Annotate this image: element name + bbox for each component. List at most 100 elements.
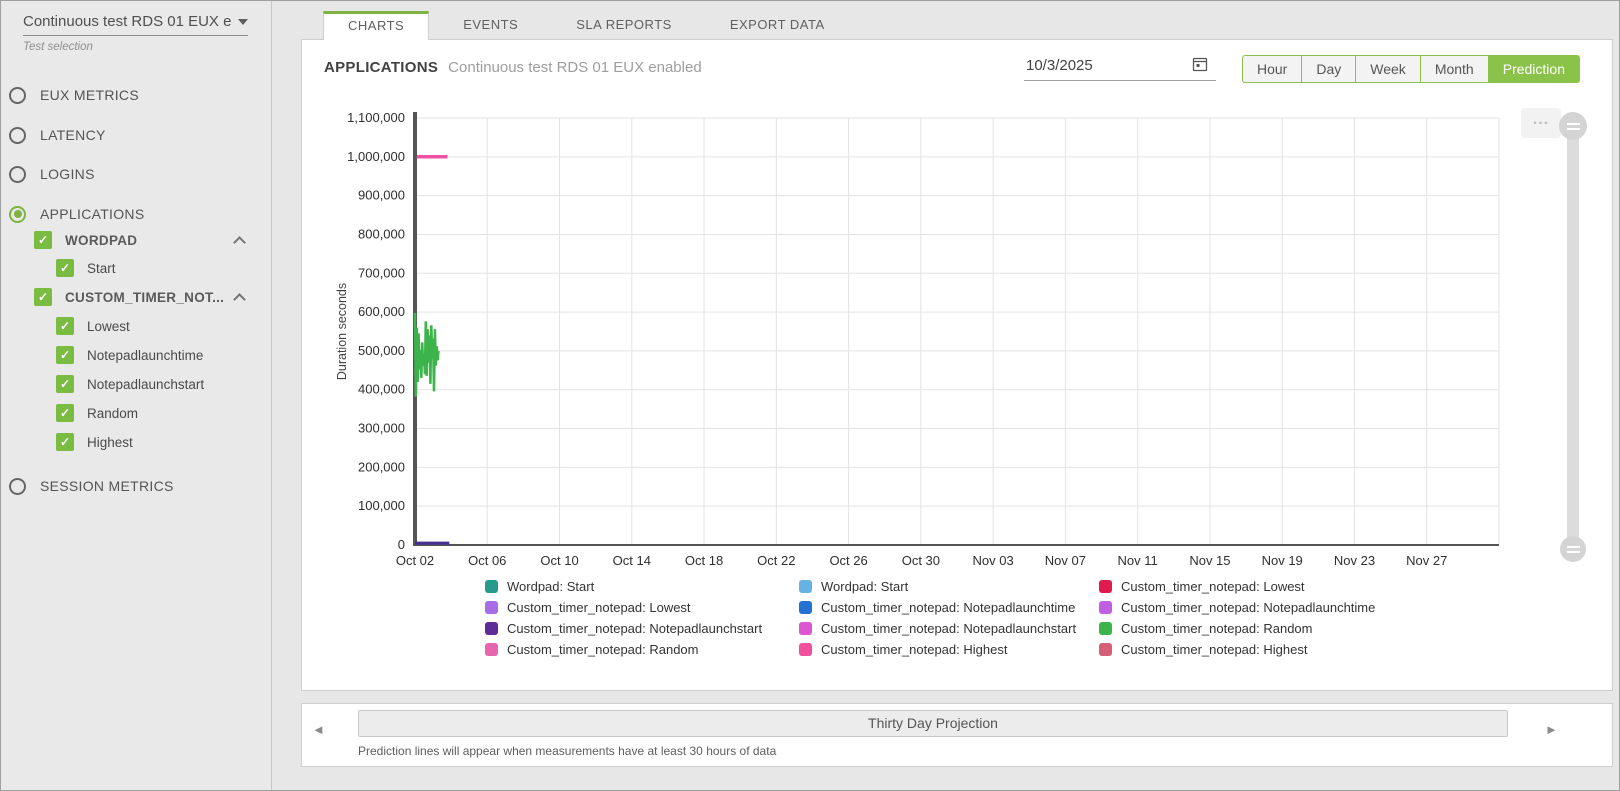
metric-label: Lowest xyxy=(87,319,130,334)
thirty-day-projection-button[interactable]: Thirty Day Projection xyxy=(358,710,1508,737)
radio-icon[interactable] xyxy=(9,127,26,144)
app-window: Continuous test RDS 01 EUX ena... Test s… xyxy=(0,0,1620,791)
chart-header: APPLICATIONS Continuous test RDS 01 EUX … xyxy=(324,59,702,76)
prediction-note: Prediction lines will appear when measur… xyxy=(358,744,776,758)
check-icon: ✓ xyxy=(60,348,70,362)
svg-text:Nov 11: Nov 11 xyxy=(1118,553,1158,565)
metric-label: Start xyxy=(87,261,116,276)
legend-label: Custom_timer_notepad: Notepadlaunchstart xyxy=(821,621,1076,636)
vertical-zoom-slider-track[interactable] xyxy=(1567,118,1579,546)
svg-text:Nov 23: Nov 23 xyxy=(1334,553,1375,565)
checkbox-checked-icon[interactable]: ✓ xyxy=(34,231,52,249)
legend-swatch xyxy=(485,580,498,593)
radio-icon[interactable] xyxy=(9,478,26,495)
range-button-group: Hour Day Week Month Prediction xyxy=(1242,55,1580,83)
legend-item: Wordpad: Start xyxy=(799,576,1076,597)
scroll-left-icon[interactable]: ◄ xyxy=(312,722,325,737)
calendar-icon[interactable] xyxy=(1192,56,1208,77)
tab-bar: CHARTS EVENTS SLA REPORTS EXPORT DATA xyxy=(323,11,859,40)
checkbox-checked-icon[interactable]: ✓ xyxy=(56,346,74,364)
check-icon: ✓ xyxy=(60,435,70,449)
chevron-up-icon[interactable] xyxy=(233,236,246,249)
range-month-button[interactable]: Month xyxy=(1420,55,1489,83)
sidebar-item-label: EUX METRICS xyxy=(40,87,139,103)
legend-swatch xyxy=(1099,601,1112,614)
group-wordpad[interactable]: ✓ WORDPAD xyxy=(34,230,137,250)
legend-item: Custom_timer_notepad: Notepadlaunchstart xyxy=(799,618,1076,639)
legend-swatch xyxy=(485,622,498,635)
metric-notepadlaunchstart[interactable]: ✓ Notepadlaunchstart xyxy=(56,374,204,394)
range-day-button[interactable]: Day xyxy=(1301,55,1356,83)
check-icon: ✓ xyxy=(60,261,70,275)
date-picker[interactable] xyxy=(1024,53,1216,81)
tab-events[interactable]: EVENTS xyxy=(439,11,542,40)
checkbox-checked-icon[interactable]: ✓ xyxy=(56,375,74,393)
legend-swatch xyxy=(1099,580,1112,593)
svg-text:Nov 27: Nov 27 xyxy=(1406,553,1447,565)
svg-text:Oct 18: Oct 18 xyxy=(685,553,723,565)
metric-label: Random xyxy=(87,406,138,421)
svg-text:Duration seconds: Duration seconds xyxy=(335,283,349,380)
line-chart: Oct 02Oct 06Oct 10Oct 14Oct 18Oct 22Oct … xyxy=(332,105,1542,565)
legend-label: Custom_timer_notepad: Random xyxy=(1121,621,1313,636)
svg-text:Oct 02: Oct 02 xyxy=(396,553,434,565)
legend-swatch xyxy=(799,643,812,656)
sidebar-item-session-metrics[interactable]: SESSION METRICS xyxy=(9,476,174,496)
group-label: CUSTOM_TIMER_NOT... xyxy=(65,290,224,305)
checkbox-checked-icon[interactable]: ✓ xyxy=(56,404,74,422)
test-selector-dropdown[interactable]: Continuous test RDS 01 EUX ena... xyxy=(23,13,248,36)
metric-lowest[interactable]: ✓ Lowest xyxy=(56,316,130,336)
metric-notepadlaunchtime[interactable]: ✓ Notepadlaunchtime xyxy=(56,345,203,365)
metric-label: Highest xyxy=(87,435,133,450)
legend-swatch xyxy=(799,601,812,614)
svg-text:600,000: 600,000 xyxy=(358,304,405,319)
slider-handle-top[interactable] xyxy=(1559,112,1587,140)
checkbox-checked-icon[interactable]: ✓ xyxy=(34,288,52,306)
legend-item: Wordpad: Start xyxy=(485,576,762,597)
svg-text:1,100,000: 1,100,000 xyxy=(347,110,405,125)
checkbox-checked-icon[interactable]: ✓ xyxy=(56,433,74,451)
chart-menu-button[interactable]: ... xyxy=(1521,108,1561,138)
prediction-footer: ◄ Thirty Day Projection Prediction lines… xyxy=(301,703,1613,767)
sidebar-item-eux-metrics[interactable]: EUX METRICS xyxy=(9,85,139,105)
scroll-right-icon[interactable]: ► xyxy=(1545,722,1558,737)
range-hour-button[interactable]: Hour xyxy=(1242,55,1302,83)
sidebar-item-applications[interactable]: APPLICATIONS xyxy=(9,204,144,224)
radio-icon[interactable] xyxy=(9,87,26,104)
legend-label: Custom_timer_notepad: Highest xyxy=(821,642,1007,657)
radio-icon[interactable] xyxy=(9,166,26,183)
metric-random[interactable]: ✓ Random xyxy=(56,403,138,423)
ellipsis-icon: ... xyxy=(1533,111,1549,128)
group-custom-timer-notepad[interactable]: ✓ CUSTOM_TIMER_NOT... xyxy=(34,287,224,307)
svg-text:Nov 15: Nov 15 xyxy=(1189,553,1230,565)
legend-label: Custom_timer_notepad: Notepadlaunchtime xyxy=(1121,600,1375,615)
tab-charts[interactable]: CHARTS xyxy=(323,11,429,40)
sidebar-item-logins[interactable]: LOGINS xyxy=(9,164,95,184)
checkbox-checked-icon[interactable]: ✓ xyxy=(56,259,74,277)
date-input[interactable] xyxy=(1024,53,1192,80)
checkbox-checked-icon[interactable]: ✓ xyxy=(56,317,74,335)
radio-selected-icon[interactable] xyxy=(9,206,26,223)
sidebar-item-label: LATENCY xyxy=(40,127,106,143)
svg-text:0: 0 xyxy=(398,537,405,552)
legend-swatch xyxy=(1099,643,1112,656)
slider-handle-bottom[interactable] xyxy=(1560,536,1586,562)
svg-text:Oct 26: Oct 26 xyxy=(829,553,867,565)
metric-start[interactable]: ✓ Start xyxy=(56,258,116,278)
tab-export-data[interactable]: EXPORT DATA xyxy=(706,11,849,40)
svg-text:100,000: 100,000 xyxy=(358,498,405,513)
range-week-button[interactable]: Week xyxy=(1355,55,1421,83)
metric-highest[interactable]: ✓ Highest xyxy=(56,432,133,452)
tab-sla-reports[interactable]: SLA REPORTS xyxy=(552,11,696,40)
legend-label: Custom_timer_notepad: Notepadlaunchstart xyxy=(507,621,762,636)
svg-text:800,000: 800,000 xyxy=(358,226,405,241)
range-prediction-button[interactable]: Prediction xyxy=(1488,55,1580,83)
check-icon: ✓ xyxy=(60,406,70,420)
chevron-up-icon[interactable] xyxy=(233,293,246,306)
legend-swatch xyxy=(485,643,498,656)
legend-column: Custom_timer_notepad: Lowest Custom_time… xyxy=(1099,576,1375,660)
svg-text:900,000: 900,000 xyxy=(358,188,405,203)
legend-label: Custom_timer_notepad: Lowest xyxy=(1121,579,1305,594)
sidebar-item-latency[interactable]: LATENCY xyxy=(9,125,106,145)
check-icon: ✓ xyxy=(38,290,48,304)
